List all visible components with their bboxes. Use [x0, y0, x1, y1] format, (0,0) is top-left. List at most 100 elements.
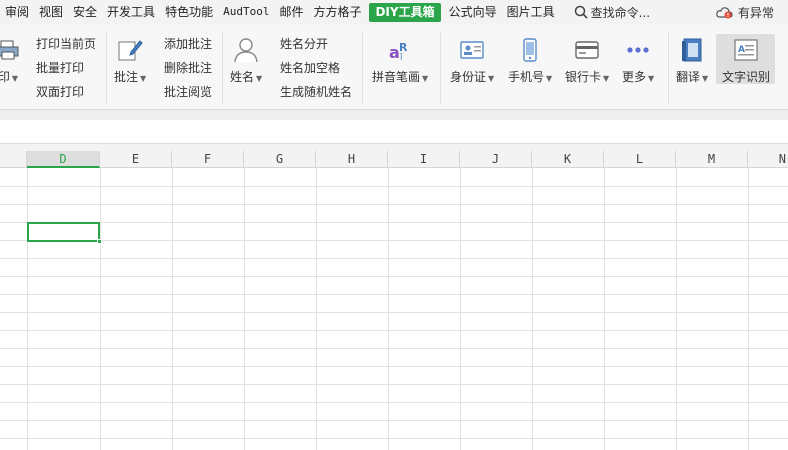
search-label: 查找命令... [590, 5, 651, 20]
chevron-down-icon: ▼ [546, 74, 553, 83]
column-header-d[interactable]: D [27, 151, 100, 168]
id-card-button[interactable]: 身份证 ▼ [450, 36, 494, 85]
chevron-down-icon: ▼ [648, 74, 655, 83]
ocr-scan-icon: A [732, 36, 760, 64]
column-header-n[interactable]: N [748, 151, 788, 168]
column-header-l[interactable]: L [604, 151, 676, 168]
split-name-button[interactable]: 姓名分开 [280, 34, 328, 54]
search-icon [574, 5, 588, 19]
phone-label: 手机号 [508, 70, 545, 84]
ribbon-divider [668, 32, 669, 104]
status-label: 有异常 [737, 5, 774, 20]
chevron-down-icon: ▼ [603, 74, 610, 83]
grid-line [0, 420, 788, 421]
menu-security[interactable]: 安全 [68, 0, 102, 24]
menu-picture-tools[interactable]: 图片工具 [502, 0, 560, 24]
chevron-down-icon: ▼ [422, 74, 429, 83]
ocr-button[interactable]: A 文字识别 [722, 36, 770, 85]
grid-line [0, 348, 788, 349]
ribbon-divider [106, 32, 107, 104]
id-card-label: 身份证 [450, 70, 487, 84]
menu-developer[interactable]: 开发工具 [102, 0, 160, 24]
column-header-j[interactable]: J [460, 151, 532, 168]
cloud-alert-icon [716, 7, 733, 19]
grid-line [316, 168, 317, 450]
column-header-partial[interactable] [0, 151, 27, 168]
cell-grid[interactable] [0, 168, 788, 450]
duplex-print-button[interactable]: 双面打印 [36, 82, 84, 102]
grid-line [0, 186, 788, 187]
formula-bar[interactable] [0, 120, 788, 144]
grid-line [532, 168, 533, 450]
more-button[interactable]: 更多 ▼ [622, 36, 654, 85]
pinyin-icon: aRǐ [386, 36, 414, 64]
phone-button[interactable]: 手机号 ▼ [508, 36, 552, 85]
grid-line [0, 294, 788, 295]
menu-formula-wizard[interactable]: 公式向导 [444, 0, 502, 24]
ribbon-divider [440, 32, 441, 104]
grid-line [0, 204, 788, 205]
print-current-page-button[interactable]: 打印当前页 [36, 34, 96, 54]
name-add-space-button[interactable]: 姓名加空格 [280, 58, 340, 78]
id-card-icon [458, 36, 486, 64]
fill-handle[interactable] [97, 239, 102, 244]
grid-line [604, 168, 605, 450]
menu-diy-toolbox[interactable]: DIY工具箱 [369, 2, 441, 22]
comment-label: 批注 [114, 70, 139, 84]
column-header-e[interactable]: E [100, 151, 172, 168]
view-comment-button[interactable]: 批注阅览 [164, 82, 212, 102]
more-label: 更多 [622, 70, 647, 84]
grid-line [0, 384, 788, 385]
column-header-m[interactable]: M [676, 151, 748, 168]
column-header-f[interactable]: F [172, 151, 244, 168]
grid-spacer [0, 144, 788, 151]
name-label: 姓名 [230, 70, 255, 84]
name-button[interactable]: 姓名 ▼ [230, 36, 262, 85]
chevron-down-icon: ▼ [140, 74, 147, 83]
translate-book-icon [678, 36, 706, 64]
grid-line [460, 168, 461, 450]
column-header-h[interactable]: H [316, 151, 388, 168]
random-name-button[interactable]: 生成随机姓名 [280, 82, 352, 102]
search-command[interactable]: 查找命令... [574, 4, 650, 21]
svg-text:A: A [738, 45, 745, 55]
delete-comment-button[interactable]: 删除批注 [164, 58, 212, 78]
translate-button[interactable]: 翻译 ▼ [676, 36, 708, 85]
grid-line [0, 402, 788, 403]
chevron-down-icon: ▼ [11, 74, 19, 83]
print-button[interactable]: 印 ▼ [0, 36, 22, 85]
menu-fangfang[interactable]: 方方格子 [308, 0, 366, 24]
menu-bar: 审阅 视图 安全 开发工具 特色功能 AudTool 邮件 方方格子 DIY工具… [0, 0, 788, 24]
pinyin-label: 拼音笔画 [372, 70, 421, 84]
grid-line [100, 168, 101, 450]
grid-line [244, 168, 245, 450]
grid-line [0, 240, 788, 241]
grid-line [0, 330, 788, 331]
menu-audtool[interactable]: AudTool [218, 0, 274, 24]
grid-line [0, 312, 788, 313]
menu-features[interactable]: 特色功能 [160, 0, 218, 24]
column-header-i[interactable]: I [388, 151, 460, 168]
add-comment-button[interactable]: 添加批注 [164, 34, 212, 54]
grid-line [172, 168, 173, 450]
menu-mail[interactable]: 邮件 [274, 0, 308, 24]
status-indicator[interactable]: 有异常 [716, 0, 774, 24]
bank-card-label: 银行卡 [565, 70, 602, 84]
active-cell[interactable] [27, 222, 102, 244]
batch-print-button[interactable]: 批量打印 [36, 58, 84, 78]
grid-line [676, 168, 677, 450]
menu-view[interactable]: 视图 [34, 0, 68, 24]
pinyin-stroke-button[interactable]: aRǐ 拼音笔画 ▼ [372, 36, 428, 85]
toolbar-spacer [0, 110, 788, 120]
chevron-down-icon: ▼ [256, 74, 263, 83]
grid-line [0, 258, 788, 259]
menu-review[interactable]: 审阅 [0, 0, 34, 24]
mobile-phone-icon [516, 36, 544, 64]
grid-line [0, 276, 788, 277]
grid-line [0, 438, 788, 439]
column-header-g[interactable]: G [244, 151, 316, 168]
svg-text:ǐ: ǐ [399, 53, 403, 62]
column-header-k[interactable]: K [532, 151, 604, 168]
bank-card-button[interactable]: 银行卡 ▼ [565, 36, 609, 85]
comment-button[interactable]: 批注 ▼ [114, 36, 146, 85]
